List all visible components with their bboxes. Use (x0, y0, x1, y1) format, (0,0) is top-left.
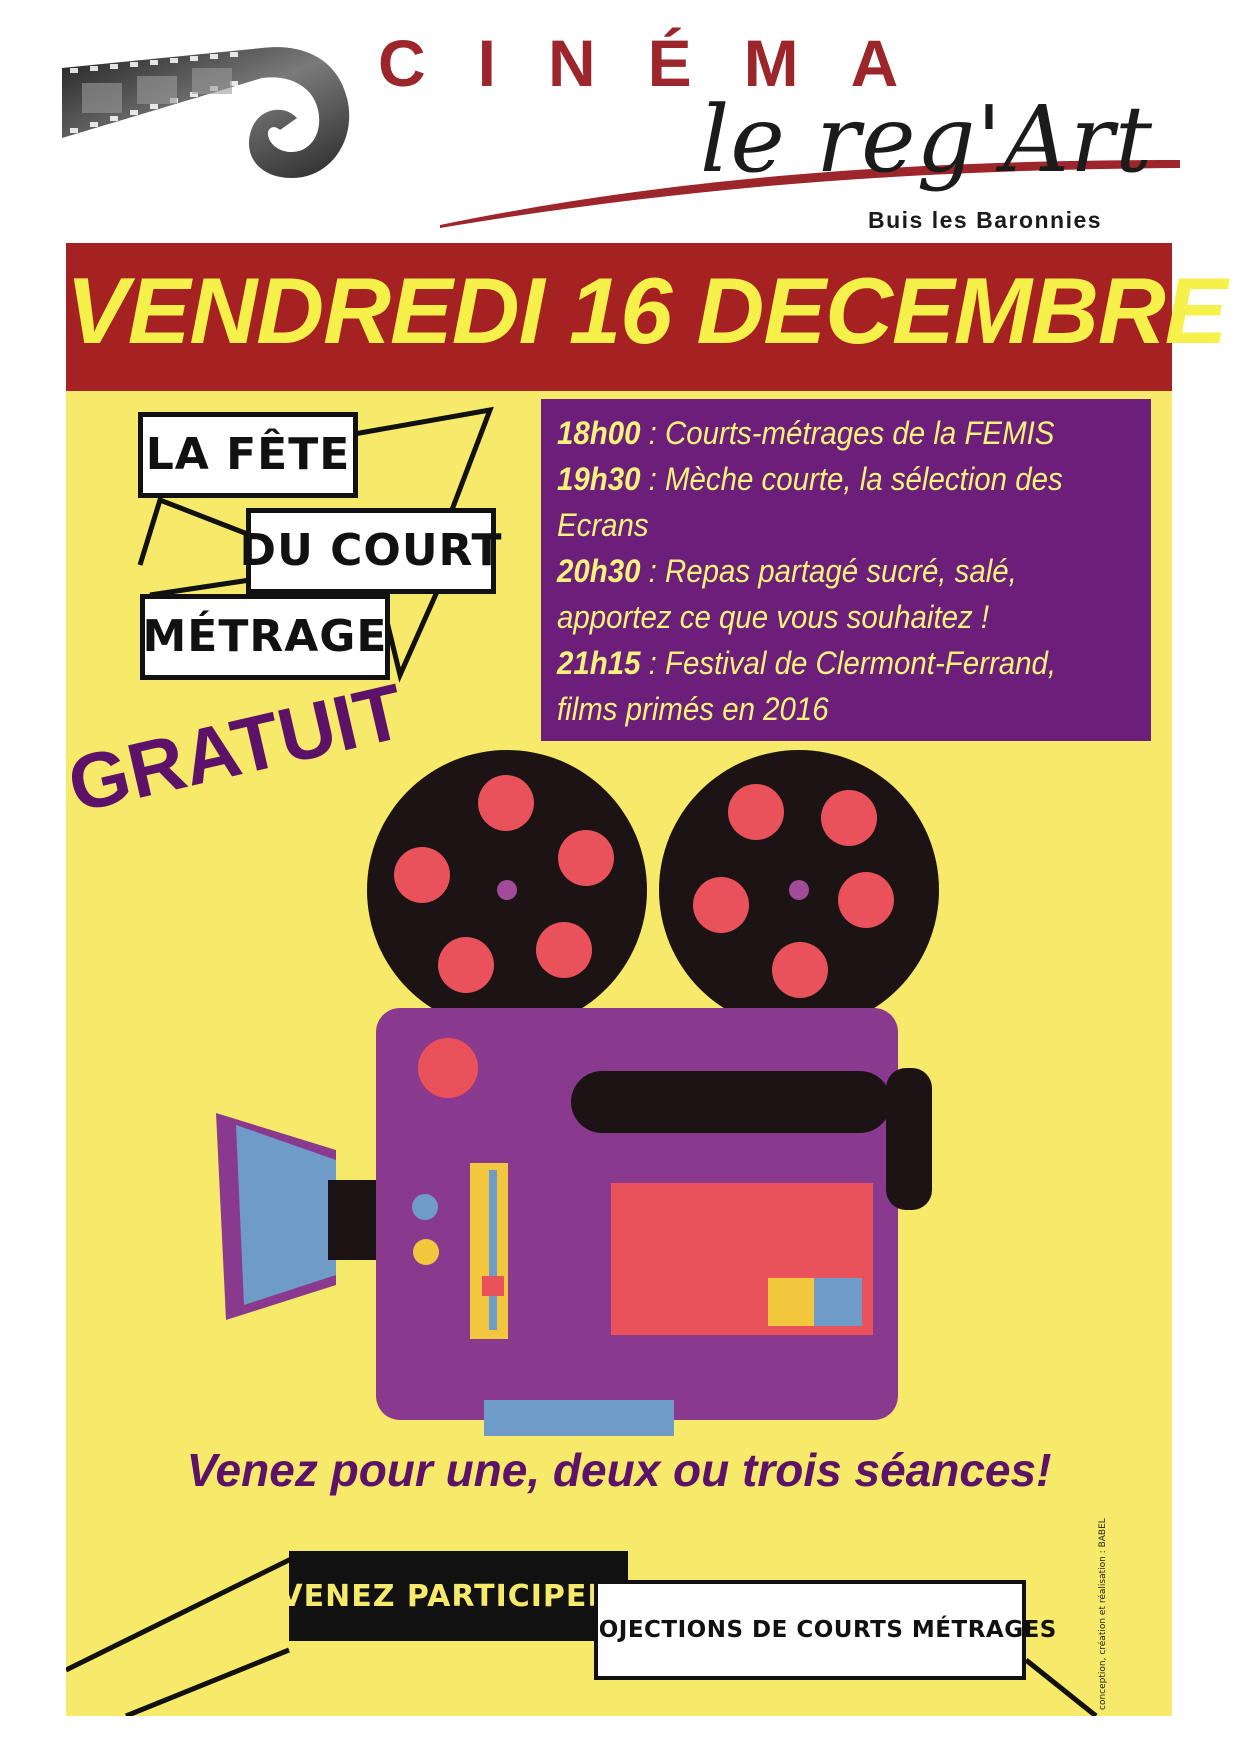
schedule-line-5: apportez ce que vous souhaitez ! (557, 599, 990, 635)
town-label: Buis les Baronnies (868, 207, 1103, 233)
schedule-line-4: 20h30 : Repas partagé sucré, salé, (557, 553, 1017, 589)
schedule-line-6: 21h15 : Festival de Clermont-Ferrand, (557, 645, 1057, 681)
film-strip-icon (62, 47, 350, 178)
fete-logo-line-3: MÉTRAGE (140, 594, 390, 680)
event-date: VENDREDI 16 DECEMBRE (66, 258, 1227, 363)
schedule-panel: 18h00 : Courts-métrages de la FEMIS 19h3… (541, 399, 1151, 741)
invitation-text: Venez pour une, deux ou trois séances! (186, 1444, 1052, 1496)
schedule-line-3: Ecrans (557, 507, 649, 543)
fete-logo-line-2: DU COURT (240, 508, 501, 594)
projections-banner: PROJECTIONS DE COURTS MÉTRAGES (563, 1580, 1056, 1680)
film-camera-icon (216, 750, 939, 1436)
left-reel (367, 750, 647, 1030)
fete-logo-line-1: LA FÊTE (138, 412, 358, 498)
right-reel (659, 750, 939, 1030)
cinema-name: le reg'Art (700, 86, 1154, 193)
schedule-line-7: films primés en 2016 (557, 691, 829, 727)
schedule-line-1: 18h00 : Courts-métrages de la FEMIS (557, 415, 1055, 451)
schedule-line-2: 19h30 : Mèche courte, la sélection des (557, 461, 1063, 497)
design-credit: conception, création et réalisation : BA… (1098, 1518, 1108, 1710)
